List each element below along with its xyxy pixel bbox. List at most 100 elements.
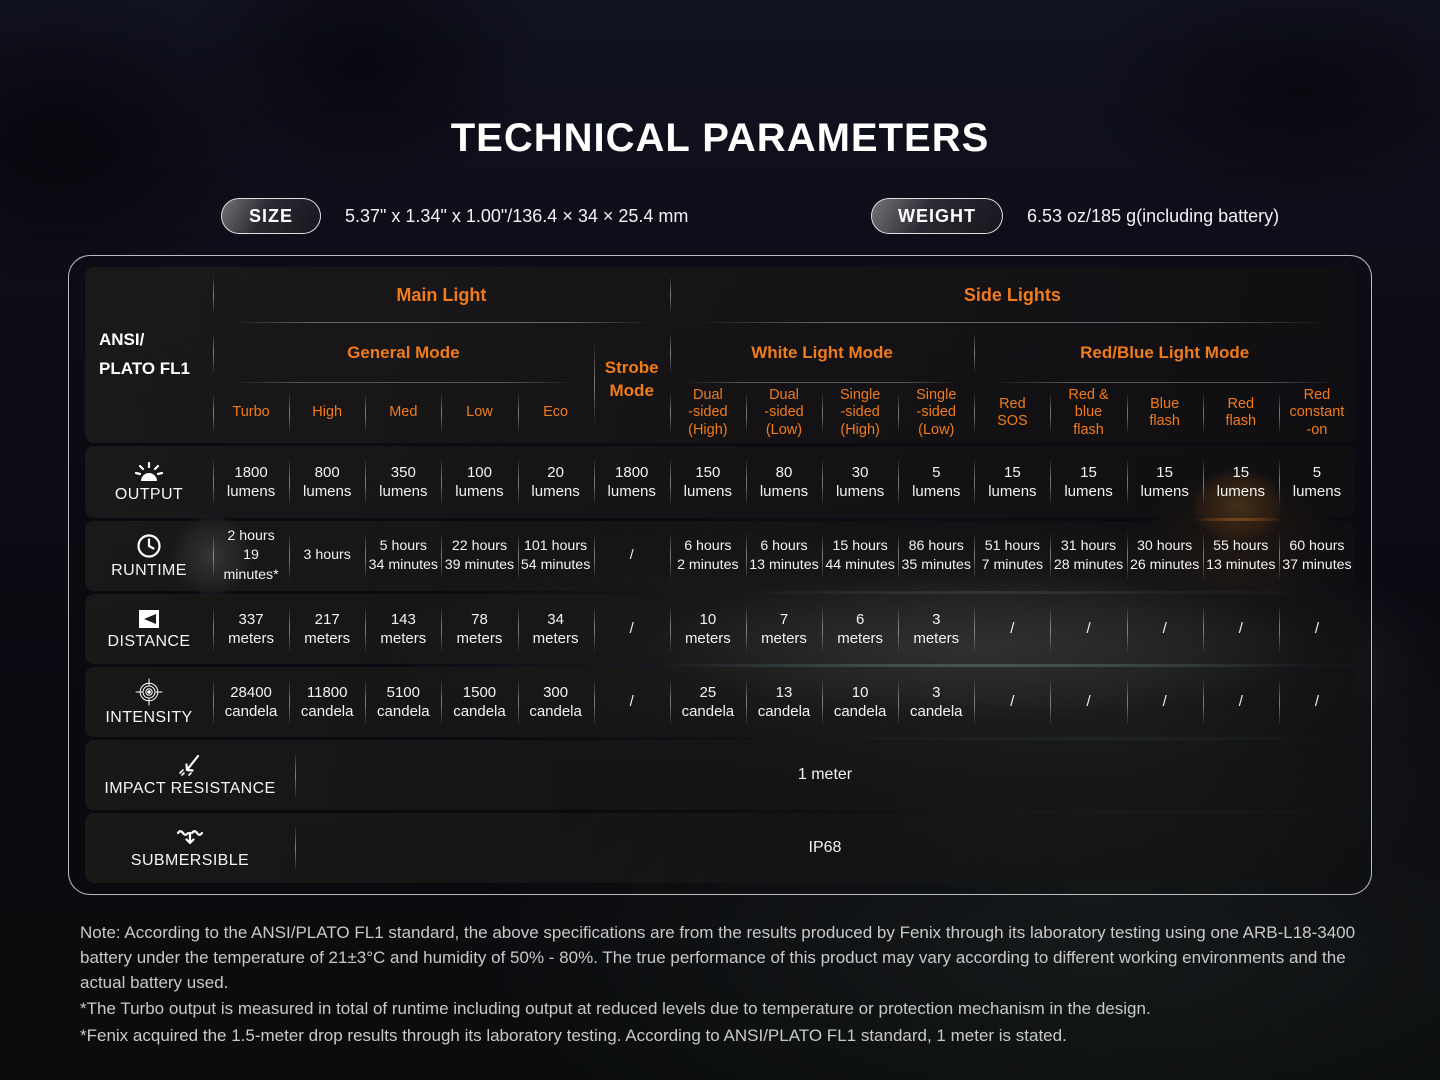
- column-header: Dual -sided (High): [670, 383, 746, 443]
- standard-label: ANSI/ PLATO FL1: [85, 267, 213, 443]
- target-icon: [135, 678, 163, 706]
- standard-line2: PLATO FL1: [99, 355, 213, 384]
- table-cell: 150 lumens: [670, 446, 746, 518]
- table-cell: 3 meters: [898, 594, 974, 664]
- column-headers-general: TurboHighMedLowEco: [213, 383, 594, 443]
- table-cell: 300 candela: [518, 667, 594, 737]
- column-headers-redblue: Red SOSRed & blue flashBlue flashRed fla…: [974, 383, 1355, 443]
- submersible-row-label: SUBMERSIBLE: [85, 813, 295, 883]
- standard-line1: ANSI/: [99, 326, 213, 355]
- column-header: Low: [441, 383, 517, 443]
- runtime-cells: 2 hours 19 minutes*3 hours5 hours 34 min…: [213, 521, 1355, 591]
- table-cell: 28400 candela: [213, 667, 289, 737]
- clock-icon: [136, 533, 162, 559]
- spec-table: ANSI/ PLATO FL1 Main Light Side Lights G…: [68, 255, 1372, 895]
- table-cell: /: [594, 667, 670, 737]
- impact-value: 1 meter: [295, 740, 1355, 810]
- page-title: TECHNICAL PARAMETERS: [0, 116, 1440, 161]
- table-cell: /: [1203, 594, 1279, 664]
- runtime-row-label: RUNTIME: [85, 521, 213, 591]
- table-cell: /: [974, 667, 1050, 737]
- table-cell: 101 hours 54 minutes: [518, 521, 594, 591]
- table-cell: 337 meters: [213, 594, 289, 664]
- group-side-lights: Side Lights: [670, 267, 1355, 323]
- size-badge: SIZE: [221, 198, 321, 234]
- intensity-row-label: INTENSITY: [85, 667, 213, 737]
- table-cell: 34 meters: [518, 594, 594, 664]
- row-label-text: OUTPUT: [115, 486, 183, 504]
- table-cell: /: [1050, 667, 1126, 737]
- table-cell: 6 hours 2 minutes: [670, 521, 746, 591]
- column-header: Single -sided (Low): [898, 383, 974, 443]
- table-row-submersible: SUBMERSIBLE IP68: [85, 813, 1355, 883]
- table-cell: 20 lumens: [518, 446, 594, 518]
- distance-row-label: DISTANCE: [85, 594, 213, 664]
- table-cell: 1500 candela: [441, 667, 517, 737]
- table-cell: 15 lumens: [1203, 446, 1279, 518]
- table-cell: /: [1279, 667, 1355, 737]
- table-cell: 3 hours: [289, 521, 365, 591]
- table-cell: 11800 candela: [289, 667, 365, 737]
- table-cell: 10 candela: [822, 667, 898, 737]
- table-cell: 5 lumens: [1279, 446, 1355, 518]
- output-cells: 1800 lumens800 lumens350 lumens100 lumen…: [213, 446, 1355, 518]
- table-cell: 350 lumens: [365, 446, 441, 518]
- table-cell: 5 hours 34 minutes: [365, 521, 441, 591]
- table-cell: 15 lumens: [974, 446, 1050, 518]
- table-cell: 31 hours 28 minutes: [1050, 521, 1126, 591]
- size-spec: SIZE 5.37" x 1.34" x 1.00"/136.4 × 34 × …: [221, 198, 688, 234]
- column-header: Eco: [518, 383, 594, 443]
- output-row-label: OUTPUT: [85, 446, 213, 518]
- table-row-impact-resistance: IMPACT RESISTANCE 1 meter: [85, 740, 1355, 810]
- column-header: Blue flash: [1127, 383, 1203, 443]
- table-cell: /: [1203, 667, 1279, 737]
- table-cell: 55 hours 13 minutes: [1203, 521, 1279, 591]
- table-cell: 800 lumens: [289, 446, 365, 518]
- column-headers-white: Dual -sided (High)Dual -sided (Low)Singl…: [670, 383, 975, 443]
- column-header: Red SOS: [974, 383, 1050, 443]
- column-header: Med: [365, 383, 441, 443]
- table-cell: 15 lumens: [1050, 446, 1126, 518]
- table-row-output: OUTPUT 1800 lumens800 lumens350 lumens10…: [85, 446, 1355, 518]
- table-cell: 15 hours 44 minutes: [822, 521, 898, 591]
- table-cell: 6 meters: [822, 594, 898, 664]
- column-header: Dual -sided (Low): [746, 383, 822, 443]
- table-row-runtime: RUNTIME 2 hours 19 minutes*3 hours5 hour…: [85, 521, 1355, 591]
- footnote-line: *The Turbo output is measured in total o…: [80, 996, 1364, 1021]
- row-label-text: INTENSITY: [105, 709, 192, 727]
- table-cell: 13 candela: [746, 667, 822, 737]
- table-cell: 143 meters: [365, 594, 441, 664]
- flag-icon: [136, 608, 162, 630]
- table-cell: 30 lumens: [822, 446, 898, 518]
- table-cell: 100 lumens: [441, 446, 517, 518]
- weight-value: 6.53 oz/185 g(including battery): [1027, 206, 1279, 227]
- table-cell: 78 meters: [441, 594, 517, 664]
- column-header: Turbo: [213, 383, 289, 443]
- table-cell: 60 hours 37 minutes: [1279, 521, 1355, 591]
- row-label-text: DISTANCE: [108, 633, 191, 651]
- table-cell: 7 meters: [746, 594, 822, 664]
- table-cell: /: [1127, 594, 1203, 664]
- table-cell: 2 hours 19 minutes*: [213, 521, 289, 591]
- table-cell: 86 hours 35 minutes: [898, 521, 974, 591]
- table-header: ANSI/ PLATO FL1 Main Light Side Lights G…: [85, 267, 1355, 443]
- submersible-value: IP68: [295, 813, 1355, 883]
- row-label-text: SUBMERSIBLE: [131, 852, 249, 870]
- table-cell: /: [594, 521, 670, 591]
- group-main-light: Main Light: [213, 267, 670, 323]
- column-header: Red & blue flash: [1050, 383, 1126, 443]
- table-cell: /: [1127, 667, 1203, 737]
- column-header: High: [289, 383, 365, 443]
- table-cell: 15 lumens: [1127, 446, 1203, 518]
- table-cell: 217 meters: [289, 594, 365, 664]
- column-header: Single -sided (High): [822, 383, 898, 443]
- column-header: Red flash: [1203, 383, 1279, 443]
- row-label-text: RUNTIME: [111, 562, 187, 580]
- table-cell: /: [974, 594, 1050, 664]
- table-row-distance: DISTANCE 337 meters217 meters143 meters7…: [85, 594, 1355, 664]
- intensity-cells: 28400 candela11800 candela5100 candela15…: [213, 667, 1355, 737]
- sunrise-icon: [134, 461, 164, 483]
- size-value: 5.37" x 1.34" x 1.00"/136.4 × 34 × 25.4 …: [345, 206, 688, 227]
- row-label-text: IMPACT RESISTANCE: [104, 780, 275, 798]
- table-cell: 10 meters: [670, 594, 746, 664]
